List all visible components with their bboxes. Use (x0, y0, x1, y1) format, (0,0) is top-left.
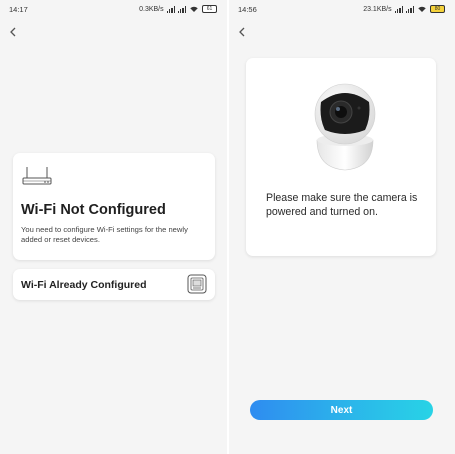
wifi-icon (418, 6, 426, 12)
camera-image (314, 83, 376, 171)
back-icon[interactable] (8, 25, 20, 39)
wifi-not-configured-card[interactable]: Wi-Fi Not Configured You need to configu… (13, 153, 215, 260)
signal-icon (394, 5, 403, 13)
screen-power-check: 14:56 23.1KB/s 80 Please make sure the c… (229, 0, 455, 454)
qr-scan-icon (187, 274, 207, 294)
next-button[interactable]: Next (250, 400, 433, 420)
status-time: 14:56 (238, 5, 257, 14)
status-bar: 14:56 23.1KB/s 80 (229, 0, 455, 18)
status-icons: 23.1KB/s 80 (363, 5, 445, 13)
battery-icon: 61 (202, 5, 217, 13)
signal-icon (166, 5, 175, 13)
wifi-already-configured-card[interactable]: Wi-Fi Already Configured (13, 269, 215, 300)
wifi-icon (190, 6, 198, 12)
screen-wifi-selection: 14:17 0.3KB/s 61 Wi-Fi Not Configured Yo… (0, 0, 227, 454)
camera-power-card: Please make sure the camera is powered a… (246, 58, 436, 256)
signal-icon (177, 5, 186, 13)
network-speed: 0.3KB/s (139, 5, 164, 13)
network-speed: 23.1KB/s (363, 5, 392, 13)
card-description: You need to configure Wi-Fi settings for… (21, 225, 188, 244)
battery-icon: 80 (430, 5, 445, 13)
router-icon (22, 167, 52, 185)
status-bar: 14:17 0.3KB/s 61 (0, 0, 227, 18)
status-time: 14:17 (9, 5, 28, 14)
card-label: Wi-Fi Already Configured (21, 279, 147, 291)
card-title: Wi-Fi Not Configured (21, 202, 166, 218)
signal-icon (405, 5, 414, 13)
back-icon[interactable] (237, 25, 249, 39)
power-instructions: Please make sure the camera is powered a… (266, 192, 418, 218)
status-icons: 0.3KB/s 61 (139, 5, 217, 13)
